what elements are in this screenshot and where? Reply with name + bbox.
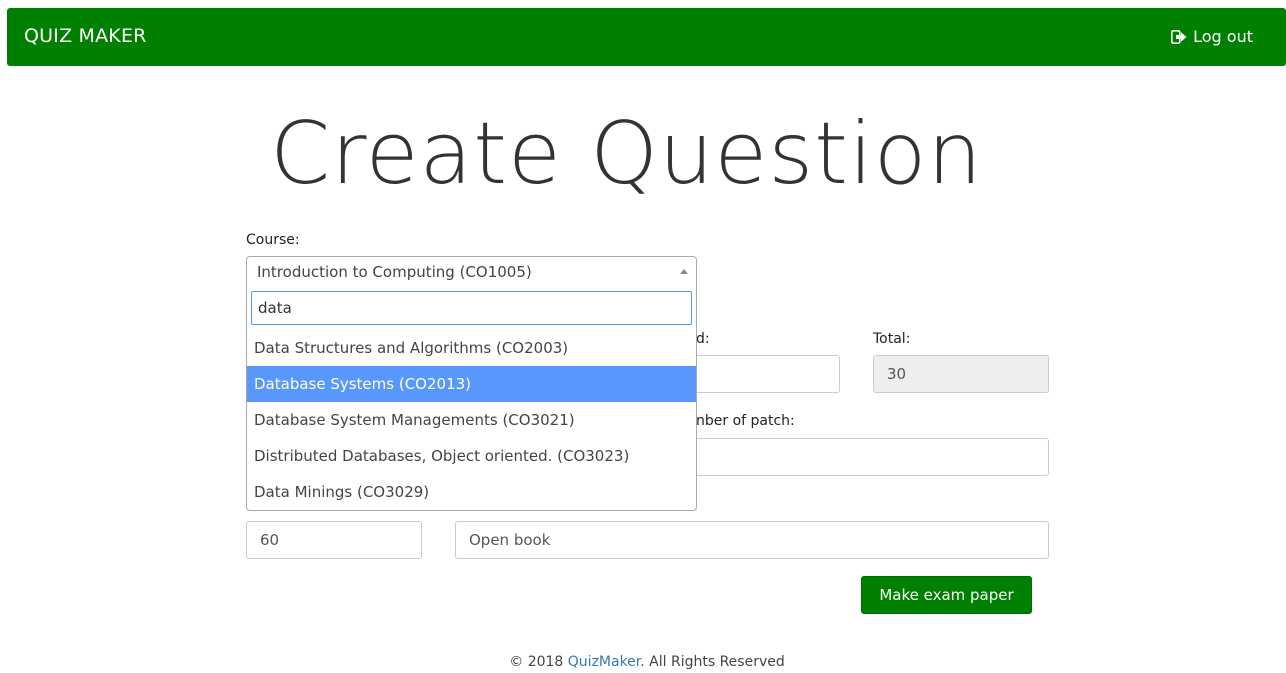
time-input[interactable]: 60 xyxy=(246,521,422,559)
make-exam-paper-button[interactable]: Make exam paper xyxy=(861,576,1032,614)
footer-link[interactable]: QuizMaker xyxy=(568,654,640,670)
course-select[interactable]: Introduction to Computing (CO1005) xyxy=(246,256,697,288)
footer: © 2018 QuizMaker. All Rights Reserved xyxy=(0,654,1286,670)
caret-up-icon xyxy=(680,269,688,274)
total-input[interactable]: 30 xyxy=(873,355,1049,393)
navbar: QUIZ MAKER Log out xyxy=(7,8,1286,66)
footer-copyright: © 2018 xyxy=(509,654,568,670)
page-title: Create Question xyxy=(270,104,983,204)
field-label-partial: d: xyxy=(696,331,710,347)
sign-out-icon xyxy=(1171,29,1187,44)
course-option[interactable]: Data Structures and Algorithms (CO2003) xyxy=(247,330,696,366)
note-input[interactable]: Open book xyxy=(455,521,1049,559)
logout-link[interactable]: Log out xyxy=(1171,27,1253,46)
patch-input[interactable] xyxy=(690,438,1049,476)
total-label: Total: xyxy=(873,331,911,347)
course-dropdown: Data Structures and Algorithms (CO2003) … xyxy=(246,287,697,511)
brand[interactable]: QUIZ MAKER xyxy=(24,25,147,47)
course-option[interactable]: Database System Managements (CO3021) xyxy=(247,402,696,438)
course-option-highlighted[interactable]: Database Systems (CO2013) xyxy=(247,366,696,402)
course-option-list: Data Structures and Algorithms (CO2003) … xyxy=(247,330,696,510)
course-search-input[interactable] xyxy=(251,291,692,325)
course-option[interactable]: Data Minings (CO3029) xyxy=(247,474,696,510)
score-input[interactable] xyxy=(690,355,840,393)
footer-rights: . All Rights Reserved xyxy=(640,654,785,670)
course-label: Course: xyxy=(246,232,300,248)
course-selected-value: Introduction to Computing (CO1005) xyxy=(257,263,532,281)
course-option[interactable]: Distributed Databases, Object oriented. … xyxy=(247,438,696,474)
logout-label: Log out xyxy=(1193,27,1253,46)
patch-label-partial: nber of patch: xyxy=(696,413,795,429)
